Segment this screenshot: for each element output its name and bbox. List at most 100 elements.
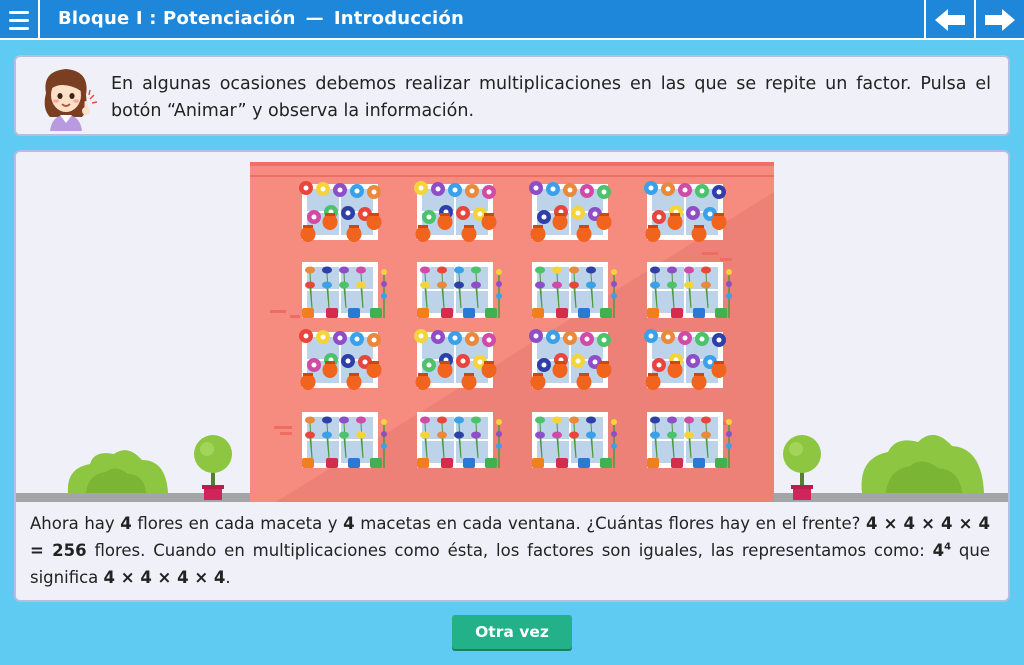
window-11 xyxy=(529,329,612,390)
desc-text-6: . xyxy=(225,568,231,587)
flower xyxy=(322,281,332,289)
again-button[interactable]: Otra vez xyxy=(452,615,572,649)
flower xyxy=(644,181,658,195)
menu-icon[interactable] xyxy=(0,0,40,40)
flower xyxy=(684,266,694,274)
flower xyxy=(535,281,545,289)
flower xyxy=(316,330,330,344)
flower xyxy=(422,358,436,372)
flower xyxy=(563,183,577,197)
flower xyxy=(420,281,430,289)
flower xyxy=(537,210,551,224)
window-5 xyxy=(302,262,387,318)
pot xyxy=(461,374,477,390)
flower xyxy=(420,266,430,274)
window-9 xyxy=(299,329,382,390)
pot xyxy=(691,374,707,390)
pot xyxy=(417,458,429,468)
flower xyxy=(454,281,464,289)
pot xyxy=(370,308,382,318)
window-10 xyxy=(414,329,497,390)
window-15 xyxy=(532,412,617,468)
pot xyxy=(671,308,683,318)
pot xyxy=(576,226,592,242)
prev-button[interactable] xyxy=(924,0,974,40)
flower xyxy=(701,281,711,289)
pot xyxy=(437,214,453,230)
window-2 xyxy=(414,181,497,242)
flower xyxy=(437,416,447,424)
flower xyxy=(356,431,366,439)
flower xyxy=(454,416,464,424)
flower xyxy=(661,330,675,344)
flower xyxy=(571,354,585,368)
pot xyxy=(300,226,316,242)
pot xyxy=(596,362,612,378)
flower xyxy=(652,358,666,372)
explanation-text: Ahora hay 4 flores en cada maceta y 4 ma… xyxy=(30,510,990,591)
desc-text-3: macetas en cada ventana. ¿Cuántas flores… xyxy=(354,514,866,533)
flower xyxy=(299,329,313,343)
pot xyxy=(667,214,683,230)
flower xyxy=(552,266,562,274)
flower xyxy=(350,184,364,198)
pot xyxy=(463,458,475,468)
window-8 xyxy=(647,262,732,318)
flower xyxy=(437,431,447,439)
pot xyxy=(645,226,661,242)
flower xyxy=(482,185,496,199)
flower xyxy=(535,266,545,274)
window-3 xyxy=(529,181,612,242)
flower xyxy=(414,181,428,195)
flower xyxy=(537,358,551,372)
flower xyxy=(307,210,321,224)
next-button[interactable] xyxy=(974,0,1024,40)
pot xyxy=(346,226,362,242)
pot xyxy=(715,308,727,318)
pot xyxy=(302,458,314,468)
flower xyxy=(529,181,543,195)
flower xyxy=(305,431,315,439)
window-14 xyxy=(417,412,502,468)
flower xyxy=(535,431,545,439)
top-bar: Bloque I : Potenciación — Introducción xyxy=(0,0,1024,40)
flower xyxy=(437,281,447,289)
title-separator: — xyxy=(305,8,324,29)
flower xyxy=(712,333,726,347)
desc-expanded: 4 × 4 × 4 × 4 xyxy=(103,568,226,587)
flower xyxy=(661,182,675,196)
window-4 xyxy=(644,181,727,242)
flower xyxy=(586,281,596,289)
pot xyxy=(578,458,590,468)
flower xyxy=(650,431,660,439)
flower xyxy=(667,266,677,274)
flower xyxy=(316,182,330,196)
pot xyxy=(481,362,497,378)
flower xyxy=(678,331,692,345)
pot xyxy=(671,458,683,468)
flower xyxy=(333,183,347,197)
pot xyxy=(600,308,612,318)
flower xyxy=(471,281,481,289)
flower xyxy=(650,281,660,289)
flower xyxy=(701,431,711,439)
pot xyxy=(667,362,683,378)
flower xyxy=(322,266,332,274)
flower xyxy=(341,354,355,368)
flower xyxy=(448,331,462,345)
flower xyxy=(552,281,562,289)
pot xyxy=(556,458,568,468)
flower xyxy=(431,182,445,196)
pot xyxy=(532,458,544,468)
flower xyxy=(678,183,692,197)
flower xyxy=(367,185,381,199)
flower xyxy=(667,431,677,439)
scene-panel: Ahora hay 4 flores en cada maceta y 4 ma… xyxy=(14,150,1010,602)
desc-text-1: Ahora hay xyxy=(30,514,121,533)
flower xyxy=(420,416,430,424)
flower xyxy=(546,330,560,344)
pot xyxy=(415,226,431,242)
desc-number-2: 4 xyxy=(343,514,355,533)
flower xyxy=(471,416,481,424)
pot xyxy=(481,214,497,230)
